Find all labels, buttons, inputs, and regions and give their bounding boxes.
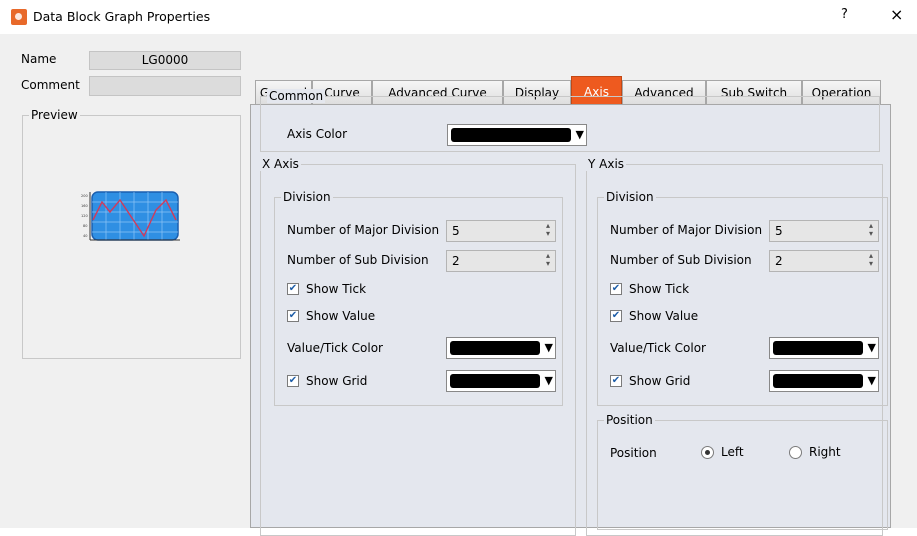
y-show-value-checkbox[interactable]: ✔ Show Value [610,309,698,323]
x-tick-color-picker[interactable]: ▼ [446,337,556,359]
common-group: Common Axis Color ▼ [260,89,880,152]
y-division-title: Division [604,190,656,204]
y-show-value-label: Show Value [629,309,699,323]
name-label: Name [21,52,57,66]
x-sub-label: Number of Sub Division [287,253,429,267]
position-group-title: Position [604,413,655,427]
x-grid-color-picker[interactable]: ▼ [446,370,556,392]
x-show-value-label: Show Value [306,309,376,323]
x-major-value: 5 [452,224,460,238]
x-tick-color-label: Value/Tick Color [287,341,383,355]
checkmark-icon: ✔ [287,375,299,387]
y-show-grid-checkbox[interactable]: ✔ Show Grid [610,374,690,388]
spin-arrows-icon: ▴ ▾ [868,221,873,238]
y-axis-group: Y Axis Division Number of Major Division… [586,157,888,536]
x-sub-spinner[interactable]: 2 ▴ ▾ [446,250,556,272]
radio-unselected-icon [789,445,802,459]
preview-label: Preview [29,108,80,122]
dropdown-icon: ▼ [867,341,876,354]
radio-selected-icon [701,445,714,459]
axis-tab-panel: Common Axis Color ▼ X Axis Division Numb… [250,89,891,536]
axis-color-picker[interactable]: ▼ [447,124,587,146]
y-tick-color-swatch [773,341,863,355]
x-major-spinner[interactable]: 5 ▴ ▾ [446,220,556,242]
x-division-group: Division Number of Major Division 5 ▴ ▾ N… [274,190,563,406]
x-division-title: Division [281,190,333,204]
spin-arrows-icon: ▴ ▾ [868,251,873,268]
y-axis-title: Y Axis [586,157,627,171]
position-group: Position Position Left Right [597,413,888,530]
x-show-tick-checkbox[interactable]: ✔ Show Tick [287,282,366,296]
x-show-value-checkbox[interactable]: ✔ Show Value [287,309,375,323]
app-icon [11,9,27,25]
y-show-tick-checkbox[interactable]: ✔ Show Tick [610,282,689,296]
y-major-value: 5 [775,224,783,238]
checkmark-icon: ✔ [610,375,622,387]
comment-label: Comment [21,78,80,92]
x-grid-color-swatch [450,374,540,388]
x-show-grid-label: Show Grid [306,374,368,388]
spin-arrows-icon: ▴ ▾ [545,221,550,238]
x-major-label: Number of Major Division [287,223,440,237]
name-field[interactable]: LG0000 [89,51,241,70]
y-tick-color-label: Value/Tick Color [610,341,706,355]
x-axis-title: X Axis [260,157,301,171]
svg-text:80: 80 [83,224,87,228]
y-sub-value: 2 [775,254,783,268]
checkmark-icon: ✔ [610,310,622,322]
y-division-group: Division Number of Major Division 5 ▴ ▾ N… [597,190,888,406]
y-show-tick-label: Show Tick [629,282,690,296]
comment-field[interactable] [89,76,241,96]
y-major-label: Number of Major Division [610,223,763,237]
y-sub-label: Number of Sub Division [610,253,752,267]
y-grid-color-swatch [773,374,863,388]
svg-text:200: 200 [81,194,88,198]
position-right-label: Right [809,445,841,459]
title-bar: Data Block Graph Properties ? × [0,0,917,34]
position-right-radio[interactable]: Right [789,445,841,459]
x-axis-group: X Axis Division Number of Major Division… [260,157,576,536]
y-sub-spinner[interactable]: 2 ▴ ▾ [769,250,879,272]
axis-color-swatch [451,128,571,142]
spin-arrows-icon: ▴ ▾ [545,251,550,268]
window-title: Data Block Graph Properties [33,9,211,24]
y-show-grid-label: Show Grid [629,374,691,388]
y-tick-color-picker[interactable]: ▼ [769,337,879,359]
preview-graph-thumbnail: 200 160 120 80 40 [81,191,180,241]
y-major-spinner[interactable]: 5 ▴ ▾ [769,220,879,242]
x-tick-color-swatch [450,341,540,355]
x-show-grid-checkbox[interactable]: ✔ Show Grid [287,374,367,388]
svg-text:120: 120 [81,214,88,218]
position-label: Position [610,446,657,460]
position-left-radio[interactable]: Left [701,445,744,459]
checkmark-icon: ✔ [287,283,299,295]
axis-color-label: Axis Color [287,127,348,141]
help-button[interactable]: ? [841,7,848,22]
dropdown-icon: ▼ [575,128,584,141]
position-left-label: Left [721,445,744,459]
x-sub-value: 2 [452,254,460,268]
svg-text:160: 160 [81,204,88,208]
checkmark-icon: ✔ [610,283,622,295]
svg-text:40: 40 [83,234,87,238]
common-title: Common [267,89,326,103]
dropdown-icon: ▼ [867,374,876,387]
y-grid-color-picker[interactable]: ▼ [769,370,879,392]
dialog-body: Name LG0000 Comment Preview 200 160 120 80 4… [0,34,917,536]
x-show-tick-label: Show Tick [306,282,367,296]
checkmark-icon: ✔ [287,310,299,322]
close-button[interactable]: × [890,5,903,24]
dropdown-icon: ▼ [544,341,553,354]
dropdown-icon: ▼ [544,374,553,387]
